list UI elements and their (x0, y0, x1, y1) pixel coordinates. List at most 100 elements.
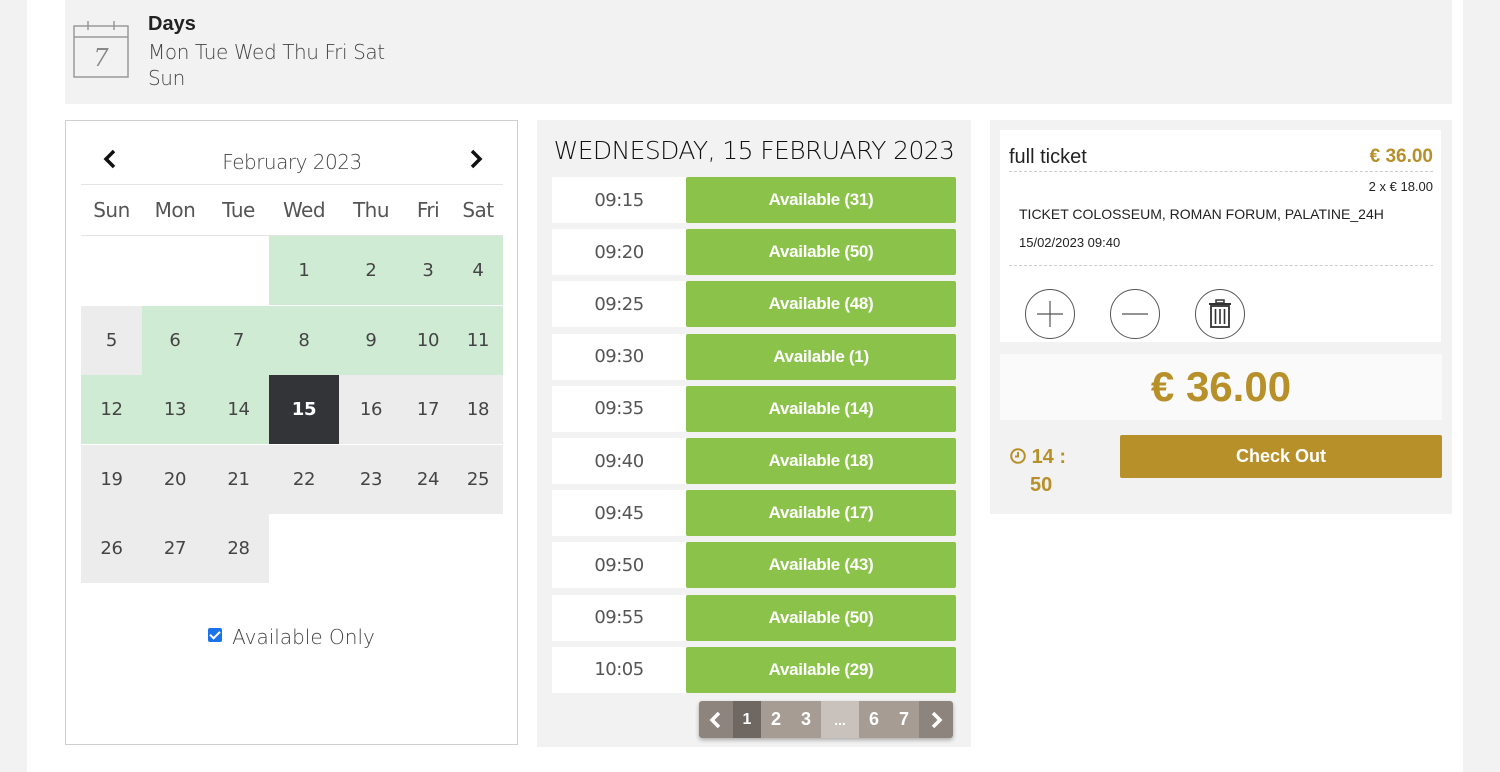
days-list: Mon Tue Wed Thu Fri Sat Sun (148, 40, 385, 90)
calendar-day[interactable]: 6 (142, 305, 208, 375)
divider (1009, 171, 1433, 172)
slot-availability-button[interactable]: Available (17) (686, 490, 956, 537)
available-only-label: Available Only (232, 625, 375, 649)
slot-availability-button[interactable]: Available (48) (686, 281, 956, 328)
time-slot-row: 09:45 Available (17) (552, 490, 956, 537)
slot-availability-button[interactable]: Available (43) (686, 542, 956, 589)
calendar-day[interactable]: 10 (403, 305, 453, 375)
calendar-day: 25 (453, 444, 503, 514)
weekday-label: Thu (352, 198, 390, 222)
calendar-day: 28 (208, 514, 269, 583)
checkout-button[interactable]: Check Out (1120, 435, 1442, 478)
calendar-day[interactable]: 3 (403, 236, 453, 305)
time-slot-row: 09:55 Available (50) (552, 594, 956, 641)
page-3-button[interactable]: 3 (791, 701, 821, 738)
plus-icon (1037, 301, 1063, 327)
calendar-day[interactable]: 2 (339, 236, 403, 305)
time-slot-row: 09:40 Available (18) (552, 438, 956, 484)
calendar-nav: February 2023 (81, 139, 503, 185)
calendar-day[interactable]: 1 (269, 236, 339, 305)
page-7-button[interactable]: 7 (889, 701, 919, 738)
page-2-button[interactable]: 2 (761, 701, 791, 738)
calendar-day: 27 (142, 514, 208, 583)
slot-availability-button[interactable]: Available (31) (686, 177, 956, 223)
slot-time: 09:30 (552, 333, 686, 380)
calendar-day: 5 (81, 305, 142, 375)
slot-availability-button[interactable]: Available (1) (686, 333, 956, 380)
clock-icon (1010, 448, 1026, 464)
calendar-day: 16 (339, 375, 403, 444)
calendar-day: 19 (81, 444, 142, 514)
weekday-label: Wed (282, 198, 326, 222)
time-slot-row: 09:25 Available (48) (552, 281, 956, 328)
minus-icon (1122, 313, 1148, 315)
item-price: € 36.00 (1369, 146, 1433, 167)
calendar-day[interactable]: 8 (269, 305, 339, 375)
time-slots-panel: WEDNESDAY, 15 FEBRUARY 2023 09:15 Availab… (537, 120, 971, 747)
slot-time: 09:35 (552, 385, 686, 432)
calendar-day: 18 (453, 375, 503, 444)
calendar-day[interactable]: 13 (142, 375, 208, 444)
cart-item: full ticket € 36.00 2 x € 18.00 TICKET C… (1000, 130, 1441, 342)
date-picker-calendar: February 2023 Sun Mon Tue Wed Thu Fri Sat 1234… (65, 120, 518, 745)
page-next-button[interactable] (919, 701, 953, 738)
page-1-button[interactable]: 1 (733, 701, 761, 738)
page-ellipsis: ... (821, 701, 859, 738)
calendar-day[interactable]: 7 (208, 305, 269, 375)
month-label: February 2023 (222, 150, 362, 174)
weekday-label: Tue (222, 198, 255, 222)
calendar-day[interactable]: 12 (81, 375, 142, 444)
calendar-day: 17 (403, 375, 453, 444)
calendar-icon: 7 (73, 21, 129, 78)
weekday-header: Sun Mon Tue Wed Thu Fri Sat (81, 185, 503, 236)
calendar-day: 24 (403, 444, 453, 514)
page-6-button[interactable]: 6 (859, 701, 889, 738)
slot-availability-button[interactable]: Available (18) (686, 438, 956, 484)
weekday-label: Fri (416, 198, 440, 222)
days-title: Days (148, 13, 196, 35)
weekday-label: Sun (93, 198, 130, 222)
trash-icon (1209, 299, 1231, 328)
slot-time: 10:05 (552, 646, 686, 693)
item-description: TICKET COLOSSEUM, ROMAN FORUM, PALATINE_… (1019, 206, 1384, 222)
selected-date-heading: WEDNESDAY, 15 FEBRUARY 2023 (553, 136, 955, 165)
time-slot-row: 09:35 Available (14) (552, 385, 956, 432)
calendar-day: 22 (269, 444, 339, 514)
page-prev-button[interactable] (699, 701, 733, 738)
calendar-day-selected[interactable]: 15 (269, 375, 339, 444)
calendar-day[interactable]: 4 (453, 236, 503, 305)
slot-availability-button[interactable]: Available (50) (686, 594, 956, 641)
cart-total: € 36.00 (1000, 354, 1442, 420)
timer-minutes: 14 : (1031, 446, 1067, 468)
weekday-label: Sat (462, 198, 494, 222)
calendar-day: 26 (81, 514, 142, 583)
time-slot-row: 09:15 Available (31) (552, 177, 956, 223)
available-only-filter[interactable]: Available Only (66, 625, 517, 649)
slot-time: 09:50 (552, 542, 686, 589)
slot-availability-button[interactable]: Available (50) (686, 229, 956, 276)
calendar-day[interactable]: 14 (208, 375, 269, 444)
time-slot-row: 10:05 Available (29) (552, 646, 956, 693)
weekday-label: Mon (154, 198, 196, 222)
pagination: 1 2 3 ... 6 7 (699, 701, 953, 738)
slot-availability-button[interactable]: Available (14) (686, 385, 956, 432)
chevron-right-icon[interactable] (463, 147, 487, 171)
slot-time: 09:20 (552, 229, 686, 276)
divider (1009, 265, 1433, 266)
calendar-day[interactable]: 11 (453, 305, 503, 375)
chevron-right-icon (931, 711, 943, 728)
slot-time: 09:15 (552, 177, 686, 223)
calendar-day: 23 (339, 444, 403, 514)
remove-item-button[interactable] (1195, 289, 1245, 339)
svg-text:7: 7 (93, 44, 109, 72)
chevron-left-icon (709, 711, 721, 728)
increase-quantity-button[interactable] (1025, 289, 1075, 339)
decrease-quantity-button[interactable] (1110, 289, 1160, 339)
slot-time: 09:55 (552, 594, 686, 641)
available-only-checkbox[interactable] (208, 628, 223, 642)
timer-seconds: 50 (1030, 474, 1053, 496)
slot-availability-button[interactable]: Available (29) (686, 646, 956, 693)
item-name: full ticket (1009, 146, 1087, 168)
item-datetime: 15/02/2023 09:40 (1019, 235, 1121, 250)
calendar-day[interactable]: 9 (339, 305, 403, 375)
